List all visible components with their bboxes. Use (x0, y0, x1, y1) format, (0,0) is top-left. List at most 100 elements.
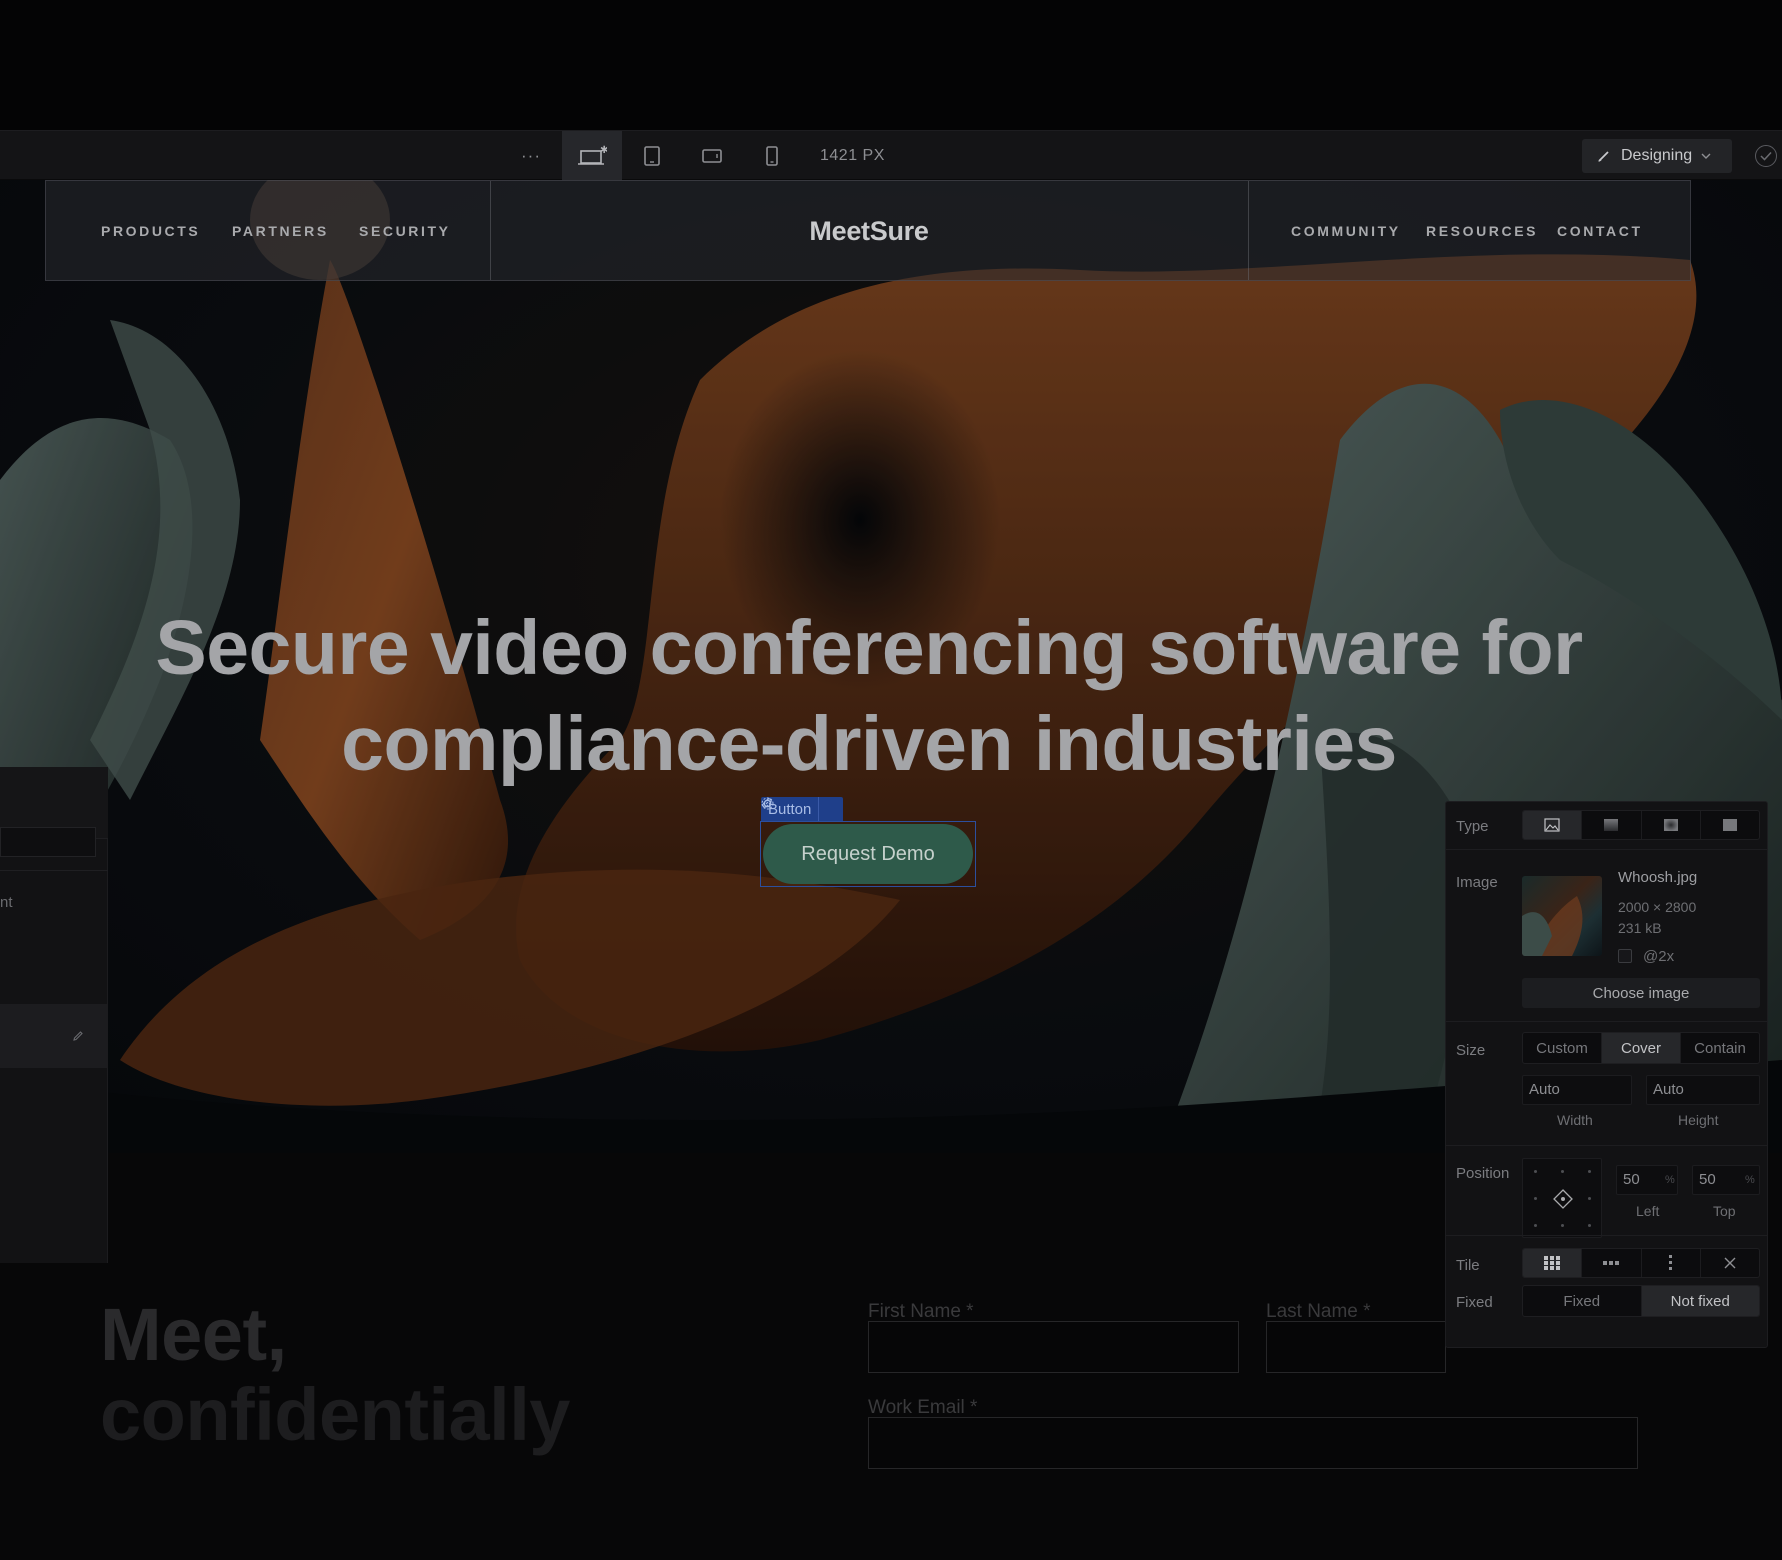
width-caption: Width (1557, 1112, 1593, 1128)
image-dimensions: 2000 × 2800 (1618, 899, 1697, 915)
fixed-segmented-control: Fixed Not fixed (1522, 1285, 1760, 1317)
last-name-field[interactable] (1266, 1321, 1446, 1373)
mode-label: Designing (1621, 147, 1693, 164)
headline-line: Secure video conferencing software for (155, 605, 1583, 691)
type-image-option[interactable] (1523, 811, 1583, 839)
work-email-label: Work Email * (868, 1397, 978, 1418)
svg-text:✱: ✱ (600, 145, 607, 156)
tile-segmented-control (1522, 1248, 1760, 1278)
tile-vertical-option[interactable] (1642, 1249, 1701, 1277)
panel-divider (1446, 849, 1767, 850)
nav-link-contact[interactable]: CONTACT (1557, 181, 1643, 282)
image-thumbnail[interactable] (1522, 876, 1602, 956)
canvas-width-readout: 1421 PX (820, 147, 885, 164)
height-input[interactable]: Auto (1646, 1075, 1760, 1105)
nav-link-resources[interactable]: RESOURCES (1426, 181, 1538, 282)
top-unit: % (1745, 1174, 1755, 1186)
linear-gradient-icon (1604, 819, 1619, 831)
tile-none-option[interactable] (1701, 1249, 1759, 1277)
site-navbar[interactable]: PRODUCTS PARTNERS SECURITY MeetSure COMM… (45, 180, 1691, 281)
breakpoint-landscape-button[interactable] (682, 131, 742, 181)
tile-both-option[interactable] (1523, 1249, 1583, 1277)
image-icon (1544, 818, 1560, 832)
radial-gradient-icon (1663, 819, 1678, 831)
type-label: Type (1456, 818, 1489, 835)
design-canvas: PRODUCTS PARTNERS SECURITY MeetSure COMM… (0, 180, 1782, 1560)
first-name-label: First Name * (868, 1301, 974, 1322)
left-settings-panel: nt (0, 767, 108, 1263)
chevron-down-icon (1701, 153, 1711, 159)
work-email-field[interactable] (868, 1417, 1638, 1469)
nav-link-community[interactable]: COMMUNITY (1291, 181, 1401, 282)
image-file-name: Whoosh.jpg (1618, 869, 1698, 886)
last-name-label: Last Name * (1266, 1301, 1371, 1322)
type-linear-option[interactable] (1582, 811, 1642, 839)
fixed-label: Fixed (1456, 1294, 1493, 1311)
pencil-icon[interactable] (72, 1030, 84, 1045)
tile-vertical-icon (1668, 1255, 1672, 1270)
left-unit: % (1665, 1174, 1675, 1186)
panel-divider (0, 870, 108, 871)
choose-image-button[interactable]: Choose image (1522, 978, 1760, 1008)
size-cover-option[interactable]: Cover (1602, 1033, 1681, 1063)
panel-divider (1446, 1021, 1767, 1022)
size-custom-option[interactable]: Custom (1523, 1033, 1602, 1063)
tile-horizontal-icon (1603, 1261, 1620, 1265)
tablet-icon (644, 146, 660, 166)
type-segmented-control (1522, 810, 1760, 840)
not-fixed-option[interactable]: Not fixed (1641, 1286, 1759, 1316)
element-settings-button[interactable] (761, 797, 843, 822)
top-caption: Top (1713, 1203, 1736, 1219)
section-title-line: confidentially (100, 1373, 570, 1456)
image-file-size: 231 kB (1618, 920, 1662, 936)
hero-headline: Secure video conferencing software for c… (0, 600, 1738, 792)
brush-icon (1598, 151, 1609, 162)
type-radial-option[interactable] (1642, 811, 1701, 839)
panel-divider (1446, 1235, 1767, 1236)
mode-dropdown[interactable]: Designing (1582, 139, 1732, 173)
no-tile-icon (1724, 1257, 1736, 1269)
editor-toolbar: ··· ✱ 1421 PX Designing (0, 130, 1782, 181)
left-caption: Left (1636, 1203, 1660, 1219)
selection-tag[interactable]: Button (761, 797, 844, 822)
background-style-panel: Type Image Whoosh.jpg 2000 × 2800 231 kB… (1445, 801, 1768, 1348)
fixed-option[interactable]: Fixed (1523, 1286, 1642, 1316)
publish-status-button[interactable] (1755, 145, 1777, 167)
panel-selected-row[interactable] (0, 1004, 108, 1068)
breakpoint-desktop-button[interactable]: ✱ (562, 131, 622, 181)
width-input[interactable]: Auto (1522, 1075, 1632, 1105)
height-caption: Height (1678, 1112, 1719, 1128)
mobile-portrait-icon (766, 146, 778, 166)
gear-icon (761, 797, 774, 810)
desktop-star-icon: ✱ (578, 145, 607, 165)
tile-label: Tile (1456, 1257, 1480, 1274)
panel-input[interactable] (0, 827, 96, 857)
selection-tag-text: Button (768, 801, 812, 818)
section-title-line: Meet, (100, 1293, 287, 1376)
position-label: Position (1456, 1165, 1510, 1182)
tile-grid-icon (1544, 1256, 1561, 1270)
more-button[interactable]: ··· (513, 131, 549, 181)
size-contain-option[interactable]: Contain (1681, 1033, 1759, 1063)
image-label: Image (1456, 874, 1498, 891)
type-color-option[interactable] (1701, 811, 1759, 839)
size-segmented-control: Custom Cover Contain (1522, 1032, 1760, 1064)
size-label: Size (1456, 1042, 1486, 1059)
screen: ··· ✱ 1421 PX Designing PRODUCTS PARTNER… (0, 0, 1782, 1560)
solid-color-icon (1722, 819, 1737, 831)
first-name-field[interactable] (868, 1321, 1239, 1373)
retina-label: @2x (1643, 948, 1675, 965)
panel-divider (1446, 1145, 1767, 1146)
mobile-landscape-icon (702, 149, 722, 163)
request-demo-button[interactable]: Request Demo (763, 824, 973, 884)
retina-checkbox[interactable] (1618, 949, 1632, 963)
breakpoint-portrait-button[interactable] (742, 131, 802, 181)
breakpoint-tablet-button[interactable] (622, 131, 682, 181)
check-circle-icon (1760, 151, 1772, 161)
panel-text: nt (0, 894, 13, 911)
position-picker[interactable] (1522, 1158, 1602, 1238)
section-title: Meet, confidentially (100, 1295, 570, 1455)
tile-horizontal-option[interactable] (1582, 1249, 1642, 1277)
headline-line: compliance-driven industries (341, 701, 1397, 787)
position-target-icon (1553, 1189, 1573, 1209)
